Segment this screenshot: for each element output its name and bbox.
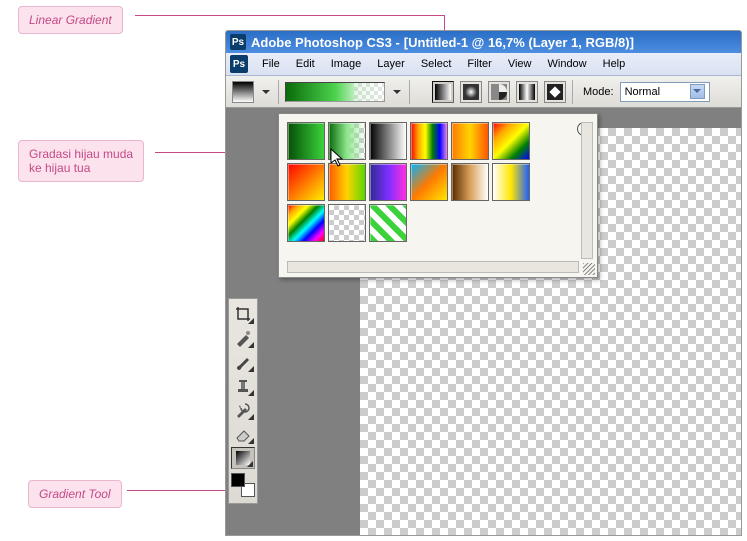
annotation-line [127, 490, 235, 491]
mode-select[interactable]: Normal [620, 82, 710, 102]
brush-tool[interactable] [231, 351, 255, 373]
tool-preset-swatch[interactable] [232, 81, 254, 103]
gradient-picker-popup [278, 113, 598, 278]
crop-tool[interactable] [231, 303, 255, 325]
menu-layer[interactable]: Layer [369, 58, 413, 70]
gradient-swatch-grid [287, 122, 562, 242]
menu-file[interactable]: File [254, 58, 288, 70]
menu-filter[interactable]: Filter [459, 58, 499, 70]
gradient-tool[interactable] [231, 447, 255, 469]
app-menu-icon[interactable]: Ps [230, 55, 248, 73]
annotation-gradient-tool: Gradient Tool [28, 480, 122, 508]
diamond-gradient-button[interactable] [544, 81, 566, 103]
title-doc: [Untitled-1 @ 16,7% (Layer 1, RGB/8)] [404, 35, 634, 50]
gradient-swatch[interactable] [369, 163, 407, 201]
title-bar: Ps Adobe Photoshop CS3 - [Untitled-1 @ 1… [226, 31, 741, 53]
gradient-swatch[interactable] [369, 122, 407, 160]
options-bar: Mode: Normal [226, 76, 741, 108]
gradient-swatch[interactable] [328, 122, 366, 160]
app-icon: Ps [230, 34, 246, 50]
annotation-line [135, 15, 445, 16]
healing-brush-tool[interactable] [231, 327, 255, 349]
foreground-background-colors[interactable] [231, 473, 255, 497]
gradient-swatch[interactable] [287, 122, 325, 160]
gradient-swatch[interactable] [287, 204, 325, 242]
separator [409, 80, 410, 104]
horizontal-scrollbar[interactable] [287, 261, 579, 273]
annotation-gradasi: Gradasi hijau muda ke hijau tua [18, 140, 144, 182]
angle-gradient-button[interactable] [488, 81, 510, 103]
eraser-tool[interactable] [231, 423, 255, 445]
menu-select[interactable]: Select [413, 58, 460, 70]
gradient-swatch[interactable] [410, 122, 448, 160]
resize-handle[interactable] [583, 263, 595, 275]
vertical-scrollbar[interactable] [581, 122, 593, 259]
clone-stamp-tool[interactable] [231, 375, 255, 397]
separator [278, 80, 279, 104]
chevron-down-icon [690, 84, 705, 99]
reflected-gradient-button[interactable] [516, 81, 538, 103]
menu-edit[interactable]: Edit [288, 58, 323, 70]
gradient-swatch[interactable] [328, 204, 366, 242]
menu-window[interactable]: Window [540, 58, 595, 70]
gradient-swatch[interactable] [492, 163, 530, 201]
menu-bar: Ps File Edit Image Layer Select Filter V… [226, 53, 741, 76]
title-app: Adobe Photoshop CS3 - [251, 35, 400, 50]
tool-preset-dropdown[interactable] [260, 81, 272, 103]
menu-view[interactable]: View [500, 58, 540, 70]
gradient-swatch[interactable] [451, 122, 489, 160]
gradient-swatch[interactable] [287, 163, 325, 201]
menu-image[interactable]: Image [323, 58, 370, 70]
photoshop-window: Ps Adobe Photoshop CS3 - [Untitled-1 @ 1… [225, 30, 742, 536]
history-brush-tool[interactable] [231, 399, 255, 421]
gradient-swatch[interactable] [369, 204, 407, 242]
mode-value: Normal [625, 86, 660, 98]
gradient-swatch[interactable] [451, 163, 489, 201]
radial-gradient-button[interactable] [460, 81, 482, 103]
gradient-swatch[interactable] [328, 163, 366, 201]
gradient-picker-dropdown[interactable] [391, 81, 403, 103]
mode-label: Mode: [583, 86, 614, 98]
gradient-preview[interactable] [285, 82, 385, 102]
annotation-linear-gradient: Linear Gradient [18, 6, 123, 34]
gradient-swatch[interactable] [410, 163, 448, 201]
toolbox [228, 298, 258, 504]
separator [572, 80, 573, 104]
gradient-swatch[interactable] [492, 122, 530, 160]
linear-gradient-button[interactable] [432, 81, 454, 103]
menu-help[interactable]: Help [595, 58, 634, 70]
